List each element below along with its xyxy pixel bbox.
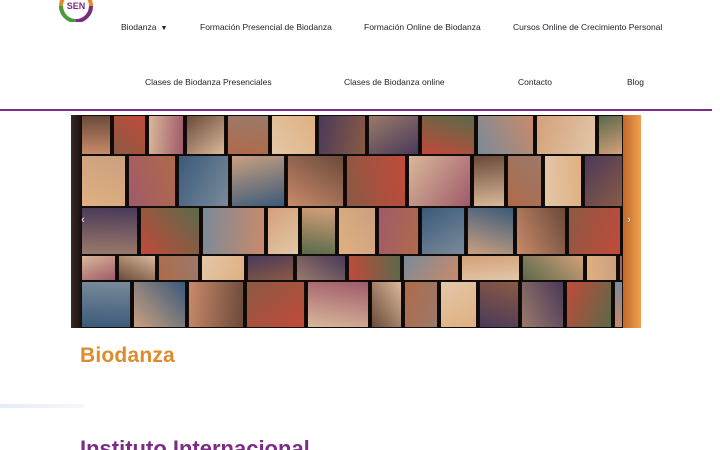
collage-photo — [318, 115, 366, 155]
collage-photo — [614, 281, 623, 328]
page-title: Biodanza — [80, 344, 175, 367]
caret-down-icon[interactable]: ▼ — [160, 25, 167, 32]
nav-item-cursos-online[interactable]: Cursos Online de Crecimiento Personal — [513, 22, 662, 32]
collage-photo — [404, 281, 438, 328]
nav-item-blog[interactable]: Blog — [627, 77, 644, 87]
collage-photo — [516, 207, 566, 255]
collage-photo — [378, 207, 419, 255]
collage-photo — [246, 281, 305, 328]
collage-photo — [133, 281, 186, 328]
collage-photo — [584, 155, 623, 207]
collage-photo — [271, 115, 316, 155]
collage-photo — [440, 281, 477, 328]
collage-photo — [408, 155, 471, 207]
collage-photo — [403, 255, 459, 281]
collage-photo — [544, 155, 582, 207]
collage-photo — [231, 155, 285, 207]
collage-photo — [81, 115, 111, 155]
collage-photo — [287, 155, 344, 207]
collage-photo — [140, 207, 200, 255]
site-logo[interactable]: SEN — [52, 0, 100, 23]
collage-photo — [346, 155, 406, 207]
collage-photo — [477, 115, 534, 155]
nav-item-label: Biodanza — [121, 22, 157, 32]
collage-photo — [188, 281, 244, 328]
collage-photo — [473, 155, 505, 207]
collage-photo — [467, 207, 514, 255]
collage-photo — [118, 255, 156, 281]
nav-item-clases-online[interactable]: Clases de Biodanza online — [344, 77, 445, 87]
collage-photo — [421, 207, 465, 255]
collage-photo — [338, 207, 376, 255]
section-subtitle: Instituto Internacional — [80, 436, 310, 450]
collage-photo — [267, 207, 299, 255]
collage-photo — [521, 281, 564, 328]
collage-photo — [128, 155, 176, 207]
collage-photo — [368, 115, 419, 155]
collage-photo — [598, 115, 623, 155]
collage-photo — [371, 281, 402, 328]
collage-photo — [81, 155, 126, 207]
photo-collage-slider[interactable]: ‹ › — [71, 115, 641, 328]
collage-photo — [348, 255, 401, 281]
nav-item-clases-presenciales[interactable]: Clases de Biodanza Presenciales — [145, 77, 272, 87]
nav-item-formacion-online[interactable]: Formación Online de Biodanza — [364, 22, 481, 32]
collage-photo — [113, 115, 146, 155]
nav-item-contacto[interactable]: Contacto — [518, 77, 552, 87]
collage-photo — [301, 207, 336, 255]
collage-photo — [507, 155, 542, 207]
collage-photo — [148, 115, 184, 155]
collage-photo — [81, 207, 138, 255]
logo-text: SEN — [67, 1, 86, 11]
collage-photo — [536, 115, 596, 155]
collage-photo — [586, 255, 617, 281]
collage-photo — [178, 155, 229, 207]
collage-photo — [186, 115, 225, 155]
collage-photo — [421, 115, 475, 155]
collage-photo — [81, 255, 116, 281]
chevron-left-icon[interactable]: ‹ — [77, 214, 89, 226]
collage-photo — [568, 207, 621, 255]
collage-photo — [479, 281, 519, 328]
logo-mark: SEN — [59, 0, 93, 23]
collage-photo — [202, 207, 265, 255]
collage-photo — [296, 255, 346, 281]
section-divider — [0, 404, 84, 408]
collage-photo — [461, 255, 520, 281]
nav-item-biodanza[interactable]: Biodanza ▼ — [121, 22, 167, 32]
collage-photo — [307, 281, 369, 328]
nav-item-formacion-presencial[interactable]: Formación Presencial de Biodanza — [200, 22, 332, 32]
collage-photo — [201, 255, 245, 281]
collage-photo — [247, 255, 294, 281]
collage-photo — [227, 115, 269, 155]
chevron-right-icon[interactable]: › — [623, 214, 635, 226]
collage-photo — [158, 255, 199, 281]
collage-photo — [566, 281, 612, 328]
collage-photo — [522, 255, 584, 281]
header-divider — [0, 109, 712, 111]
collage-photo — [81, 281, 131, 328]
